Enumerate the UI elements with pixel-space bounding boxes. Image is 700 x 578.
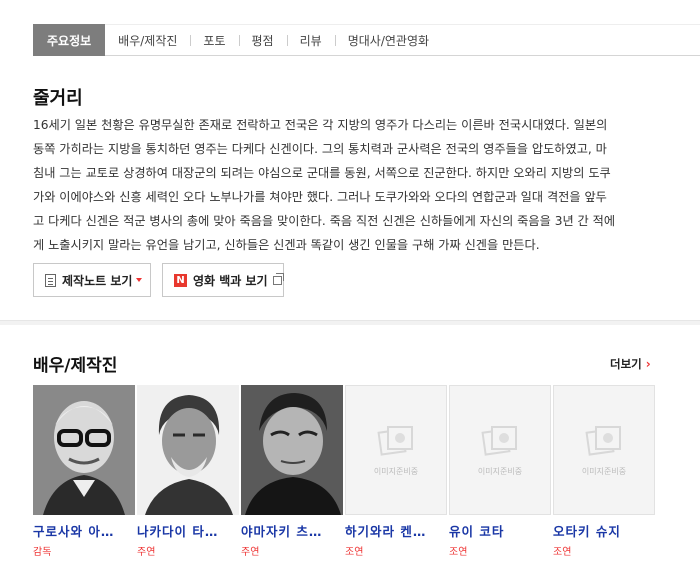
cast-name[interactable]: 구로사와 아… bbox=[33, 521, 135, 540]
cast-photo[interactable] bbox=[33, 385, 135, 515]
tab-cast-crew[interactable]: 배우/제작진 bbox=[105, 24, 190, 56]
dropdown-caret-icon bbox=[136, 278, 143, 282]
new-window-icon bbox=[272, 272, 284, 285]
cast-photo[interactable]: 이미지준비중 bbox=[449, 385, 551, 515]
cast-role: 조연 bbox=[449, 547, 468, 558]
tab-quotes-related[interactable]: 명대사/연관영화 bbox=[334, 24, 442, 56]
more-link[interactable]: 더보기 › bbox=[610, 356, 651, 372]
cast-name[interactable]: 오타키 슈지 bbox=[553, 521, 655, 540]
portrait-image bbox=[137, 385, 239, 515]
tab-review[interactable]: 리뷰 bbox=[286, 24, 335, 56]
tab-bar: 주요정보 배우/제작진 포토 평점 리뷰 명대사/연관영화 bbox=[33, 24, 700, 56]
cast-card[interactable]: 이미지준비중 오타키 슈지 조연 bbox=[553, 385, 655, 558]
cast-card[interactable]: 이미지준비중 하기와라 켄… 조연 bbox=[345, 385, 447, 558]
cast-card[interactable]: 나카다이 타… 주연 bbox=[137, 385, 239, 558]
image-placeholder: 이미지준비중 bbox=[346, 426, 446, 477]
cast-photo[interactable]: 이미지준비중 bbox=[345, 385, 447, 515]
cast-name[interactable]: 야마자키 츠… bbox=[241, 521, 343, 540]
cast-name[interactable]: 나카다이 타… bbox=[137, 521, 239, 540]
cast-photo[interactable] bbox=[241, 385, 343, 515]
production-note-button[interactable]: 제작노트 보기 bbox=[33, 263, 151, 297]
image-placeholder-icon bbox=[481, 426, 517, 456]
tab-rating[interactable]: 평점 bbox=[238, 24, 287, 56]
synopsis-line: 침내 그는 교토로 상경하여 대장군의 되려는 야심으로 군대를 동원, 서쪽으… bbox=[33, 166, 611, 180]
cast-name[interactable]: 유이 코타 bbox=[449, 521, 551, 540]
synopsis-line: 16세기 일본 천황은 유명무실한 존재로 전락하고 전국은 각 지방의 영주가… bbox=[33, 118, 608, 132]
cast-name[interactable]: 하기와라 켄… bbox=[345, 521, 447, 540]
document-icon bbox=[45, 273, 56, 287]
cast-role: 주연 bbox=[137, 547, 156, 558]
image-placeholder: 이미지준비중 bbox=[554, 426, 654, 477]
synopsis-line: 게 노출시키지 말라는 유언을 남기고, 신하들은 신겐과 똑같이 생긴 인물을… bbox=[33, 238, 540, 252]
more-label: 더보기 bbox=[610, 357, 642, 371]
synopsis-line: 고 다케다 신겐은 적군 병사의 총에 맞아 죽음을 맞이한다. 죽음 직전 신… bbox=[33, 214, 616, 228]
cast-card[interactable]: 이미지준비중 유이 코타 조연 bbox=[449, 385, 551, 558]
synopsis-line: 동쪽 가히라는 지방을 통치하던 영주는 다케다 신겐이다. 그의 통치력과 군… bbox=[33, 142, 607, 156]
naver-n-icon: N bbox=[174, 273, 187, 287]
cast-card[interactable]: 구로사와 아… 감독 bbox=[33, 385, 135, 558]
synopsis-line: 가와 이에야스와 신흥 세력인 오다 노부나가를 쳐야만 했다. 그러나 도쿠가… bbox=[33, 190, 607, 204]
section-divider bbox=[0, 320, 700, 325]
placeholder-text: 이미지준비중 bbox=[581, 467, 627, 476]
cast-photo[interactable] bbox=[137, 385, 239, 515]
cast-role: 주연 bbox=[241, 547, 260, 558]
portrait-image bbox=[33, 385, 135, 515]
cast-section-title: 배우/제작진 bbox=[33, 356, 118, 376]
image-placeholder: 이미지준비중 bbox=[450, 426, 550, 477]
chevron-right-icon: › bbox=[645, 357, 651, 371]
image-placeholder-icon bbox=[377, 426, 413, 456]
tab-main-info[interactable]: 주요정보 bbox=[33, 24, 106, 56]
synopsis-title: 줄거리 bbox=[33, 88, 83, 109]
cast-role: 조연 bbox=[553, 547, 572, 558]
encyclopedia-button[interactable]: N 영화 백과 보기 bbox=[162, 263, 284, 297]
cast-card[interactable]: 야마자키 츠… 주연 bbox=[241, 385, 343, 558]
cast-role: 조연 bbox=[345, 547, 364, 558]
image-placeholder-icon bbox=[585, 426, 621, 456]
placeholder-text: 이미지준비중 bbox=[373, 467, 419, 476]
tab-photo[interactable]: 포토 bbox=[190, 24, 238, 56]
cast-role: 감독 bbox=[33, 547, 52, 558]
encyclopedia-label: 영화 백과 보기 bbox=[193, 273, 268, 288]
cast-photo[interactable]: 이미지준비중 bbox=[553, 385, 655, 515]
production-note-label: 제작노트 보기 bbox=[62, 273, 133, 288]
synopsis-text: 16세기 일본 천황은 유명무실한 존재로 전락하고 전국은 각 지방의 영주가… bbox=[33, 113, 663, 257]
placeholder-text: 이미지준비중 bbox=[477, 467, 523, 476]
portrait-image bbox=[241, 385, 343, 515]
